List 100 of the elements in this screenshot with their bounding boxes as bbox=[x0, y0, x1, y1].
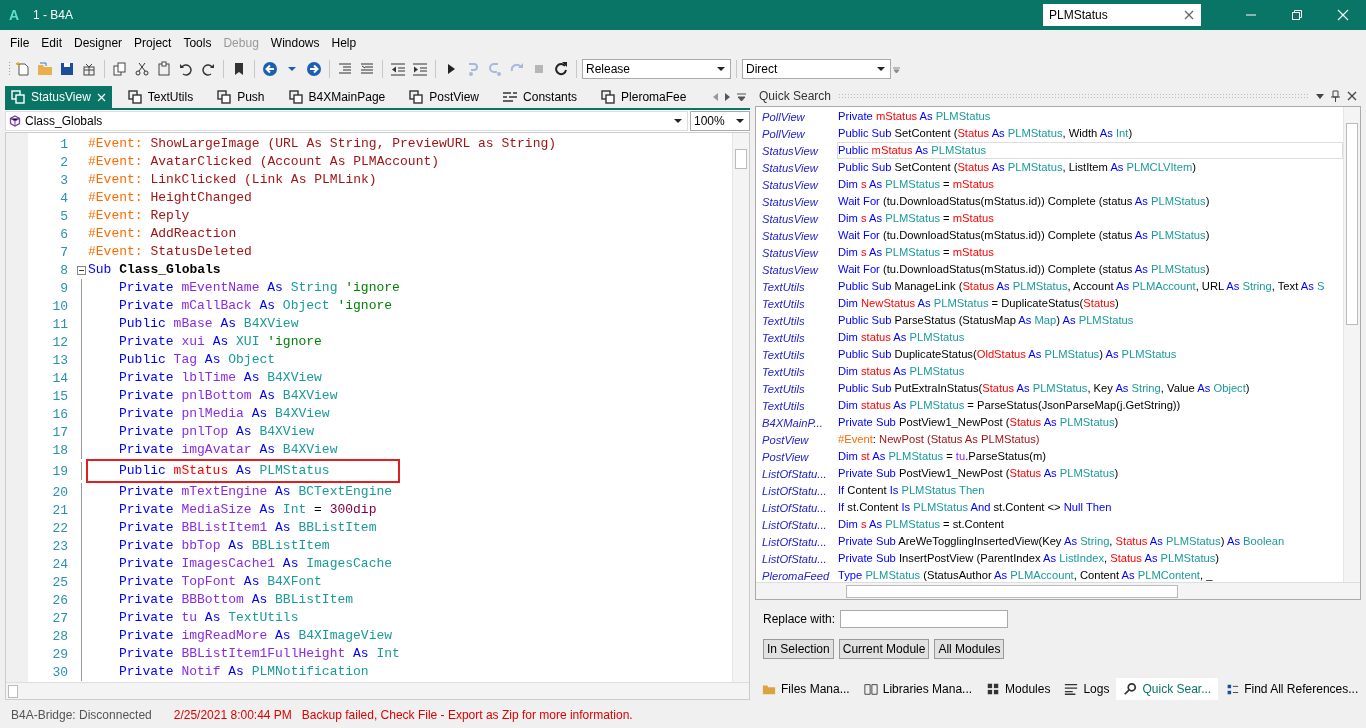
code-line: Private TopFont As B4XFont bbox=[118, 573, 322, 591]
editor-tab[interactable]: StatusView bbox=[5, 86, 112, 108]
result-row[interactable]: PollView Private mStatus As PLMStatus bbox=[756, 108, 1343, 125]
line-number: 13 bbox=[51, 352, 68, 368]
result-row[interactable]: TextUtils Public Sub ManageLink (Status As PLMStatus, Account As PLMAccount, URL As String, Text As S bbox=[756, 278, 1343, 295]
code-line: Private imgReadMore As B4XImageView bbox=[118, 627, 393, 645]
panel-tab[interactable]: Files Mana... bbox=[755, 678, 857, 700]
code-line: Public Tag As Object bbox=[118, 351, 276, 369]
result-row[interactable]: StatusView Dim s As PLMStatus = mStatus bbox=[756, 176, 1343, 193]
result-row[interactable]: StatusView Wait For (tu.DownloadStatus(mStatus.id)) Complete (status As PLMStatus) bbox=[756, 193, 1343, 210]
result-row[interactable]: StatusView Public mStatus As PLMStatus bbox=[756, 142, 1343, 159]
scrollbar[interactable] bbox=[756, 582, 1360, 599]
dropdown-icon[interactable] bbox=[1316, 93, 1324, 99]
zoom-dropdown[interactable]: 100% bbox=[690, 111, 750, 131]
comment-lines-icon bbox=[337, 60, 353, 77]
module-icon bbox=[409, 90, 424, 104]
menu-item[interactable]: Windows bbox=[264, 35, 326, 50]
menu-item[interactable]: Edit bbox=[35, 35, 69, 50]
editor-tab[interactable]: PostView bbox=[403, 86, 498, 108]
member-dropdown[interactable]: Class_Globals bbox=[5, 111, 688, 131]
code-snippet: Private Sub AreWeTogglingInsertedView(Key As String, Status As PLMStatus) As Boolean bbox=[837, 534, 1286, 549]
scroll-right-icon[interactable] bbox=[725, 93, 731, 101]
scrollbar[interactable] bbox=[1343, 107, 1360, 582]
cube-icon bbox=[9, 115, 21, 127]
result-row[interactable]: TextUtils Dim NewStatus As PLMStatus = DuplicateStatus(Status) bbox=[756, 295, 1343, 312]
editor-tab[interactable]: Constants bbox=[497, 86, 596, 108]
window-title: 1 - B4A bbox=[33, 8, 75, 22]
editor-tab[interactable]: TextUtils bbox=[121, 86, 212, 108]
result-row[interactable]: ListOfStatu... If Content Is PLMStatus Then bbox=[756, 482, 1343, 499]
code-snippet: Type PLMStatus (StatusAuthor As PLMAccount, Content As PLMContent, _ bbox=[837, 568, 1214, 582]
result-row[interactable]: PostView Dim st As PLMStatus = tu.ParseStatus(m) bbox=[756, 448, 1343, 465]
module-name: PollView bbox=[761, 110, 806, 123]
line-number: 30 bbox=[51, 664, 68, 680]
menu-item[interactable]: Help bbox=[325, 35, 363, 50]
result-row[interactable]: PleromaFeed Type PLMStatus (StatusAuthor As PLMAccount, Content As PLMContent, _ bbox=[756, 567, 1343, 582]
result-row[interactable]: TextUtils Public Sub PutExtraInStatus(Status As PLMStatus, Key As String, Value As Object) bbox=[756, 380, 1343, 397]
code-line: Private bbTop As BBListItem bbox=[118, 537, 330, 555]
editor-tab[interactable]: B4XMainPage bbox=[282, 86, 404, 108]
panel-tab[interactable]: Quick Sear... bbox=[1116, 678, 1219, 700]
panel-tab[interactable]: Libraries Mana... bbox=[856, 678, 980, 700]
code-snippet: Dim s As PLMStatus = mStatus bbox=[837, 245, 995, 260]
result-row[interactable]: StatusView Wait For (tu.DownloadStatus(mStatus.id)) Complete (status As PLMStatus) bbox=[756, 261, 1343, 278]
code-snippet: Dim NewStatus As PLMStatus = DuplicateStatus(Status) bbox=[837, 296, 1120, 311]
line-number: 6 bbox=[59, 226, 68, 242]
result-row[interactable]: PollView Public Sub SetContent (Status As PLMStatus, Width As Int) bbox=[756, 125, 1343, 142]
result-row[interactable]: TextUtils Public Sub DuplicateStatus(OldStatus As PLMStatus) As PLMStatus bbox=[756, 346, 1343, 363]
dropdown-arrow-icon bbox=[877, 66, 885, 71]
editor-tab[interactable]: PleromaFee bbox=[595, 86, 705, 108]
result-row[interactable]: PostView #Event: NewPost (Status As PLMStatus) bbox=[756, 431, 1343, 448]
module-name: PleromaFeed bbox=[761, 569, 831, 582]
connection-dropdown[interactable]: Direct bbox=[742, 58, 891, 79]
scope-button[interactable]: Current Module bbox=[838, 639, 930, 659]
module-name: B4XMainP... bbox=[761, 416, 824, 429]
result-row[interactable]: ListOfStatu... If st.Content Is PLMStatus And st.Content <> Null Then bbox=[756, 499, 1343, 516]
scope-button[interactable]: In Selection bbox=[763, 639, 834, 659]
result-row[interactable]: StatusView Public Sub SetContent (Status As PLMStatus, ListItem As PLMCLVItem) bbox=[756, 159, 1343, 176]
result-row[interactable]: TextUtils Dim status As PLMStatus bbox=[756, 363, 1343, 380]
module-icon bbox=[601, 90, 616, 104]
collapse-icon[interactable] bbox=[76, 265, 86, 275]
dropdown-arrow-icon bbox=[717, 66, 725, 71]
scrollbar[interactable] bbox=[732, 133, 749, 682]
scrollbar[interactable] bbox=[6, 682, 749, 699]
result-row[interactable]: ListOfStatu... Private Sub PostView1_NewPost (Status As PLMStatus) bbox=[756, 465, 1343, 482]
result-row[interactable]: ListOfStatu... Private Sub InsertPostView (ParentIndex As ListIndex, Status As PLMStatus) bbox=[756, 550, 1343, 567]
scope-button[interactable]: All Modules bbox=[934, 639, 1005, 659]
menu-item[interactable]: File bbox=[4, 35, 36, 50]
code-snippet: Dim status As PLMStatus bbox=[837, 330, 966, 345]
overflow-icon[interactable] bbox=[893, 64, 900, 73]
panel-tab[interactable]: Logs bbox=[1057, 678, 1117, 700]
module-name: StatusView bbox=[761, 263, 820, 276]
menu-item[interactable]: Tools bbox=[177, 35, 218, 50]
restore-icon[interactable] bbox=[1291, 9, 1303, 21]
close-icon[interactable] bbox=[1184, 10, 1194, 20]
result-row[interactable]: StatusView Wait For (tu.DownloadStatus(mStatus.id)) Complete (status As PLMStatus) bbox=[756, 227, 1343, 244]
result-row[interactable]: StatusView Dim s As PLMStatus = mStatus bbox=[756, 210, 1343, 227]
timestamp: 2/25/2021 8:00:44 PM bbox=[173, 708, 292, 722]
menu-item[interactable]: Designer bbox=[68, 35, 129, 50]
pin-icon[interactable] bbox=[1331, 90, 1340, 102]
result-row[interactable]: ListOfStatu... Dim s As PLMStatus = st.Content bbox=[756, 516, 1343, 533]
replace-field[interactable] bbox=[840, 610, 1009, 628]
line-number: 17 bbox=[51, 424, 68, 440]
tab-list-icon[interactable] bbox=[737, 93, 746, 101]
scroll-left-icon[interactable] bbox=[713, 93, 719, 101]
panel-tab[interactable]: Modules bbox=[979, 678, 1058, 700]
result-row[interactable]: B4XMainP... Private Sub PostView1_NewPost (Status As PLMStatus) bbox=[756, 414, 1343, 431]
result-row[interactable]: TextUtils Dim status As PLMStatus = ParseStatus(JsonParseMap(j.GetString)) bbox=[756, 397, 1343, 414]
close-icon[interactable] bbox=[1347, 91, 1357, 101]
result-row[interactable]: TextUtils Dim status As PLMStatus bbox=[756, 329, 1343, 346]
configuration-dropdown[interactable]: Release bbox=[582, 58, 731, 79]
menu-item[interactable]: Project bbox=[128, 35, 178, 50]
line-number: 8 bbox=[59, 262, 68, 278]
panel-tab[interactable]: Find All References... bbox=[1218, 678, 1366, 700]
result-row[interactable]: ListOfStatu... Private Sub AreWeTogglingInsertedView(Key As String, Status As PLMStatus) As Boolean bbox=[756, 533, 1343, 550]
code-snippet: If st.Content Is PLMStatus And st.Content <> Null Then bbox=[837, 500, 1113, 515]
editor-tab[interactable]: Push bbox=[211, 86, 283, 108]
code-snippet: #Event: NewPost (Status As PLMStatus) bbox=[837, 432, 1041, 447]
search-field[interactable]: PLMStatus bbox=[1043, 4, 1201, 26]
result-row[interactable]: StatusView Dim s As PLMStatus = mStatus bbox=[756, 244, 1343, 261]
result-row[interactable]: TextUtils Public Sub ParseStatus (StatusMap As Map) As PLMStatus bbox=[756, 312, 1343, 329]
copy-icon bbox=[112, 60, 128, 77]
